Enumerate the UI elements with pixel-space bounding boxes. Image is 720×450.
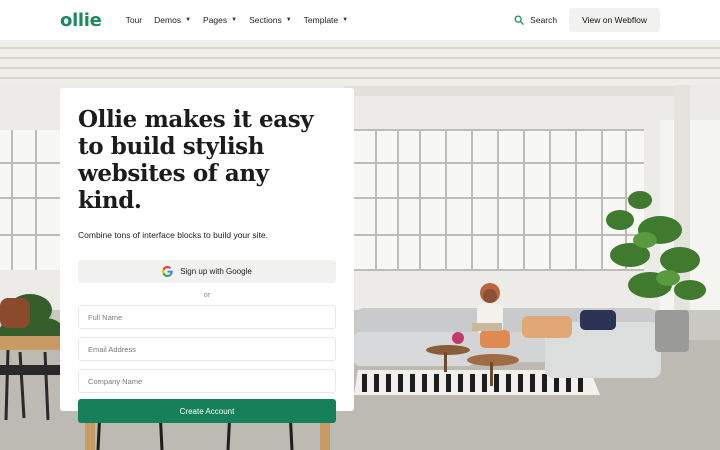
chevron-down-icon: ▼ xyxy=(231,17,238,23)
nav-item-label: Sections xyxy=(249,15,282,25)
google-signup-label: Sign up with Google xyxy=(180,267,252,276)
hero-subtitle: Combine tons of interface blocks to buil… xyxy=(78,230,268,240)
chevron-down-icon: ▼ xyxy=(342,17,349,23)
nav-item-tour[interactable]: Tour xyxy=(126,15,143,25)
google-signup-button[interactable]: Sign up with Google xyxy=(78,260,336,283)
or-divider: or xyxy=(203,290,211,299)
email-field[interactable] xyxy=(78,337,336,361)
signup-card: Ollie makes it easy to build stylish web… xyxy=(60,88,354,423)
nav-item-demos[interactable]: Demos ▼ xyxy=(154,15,191,25)
company-name-field[interactable] xyxy=(78,369,336,393)
chevron-down-icon: ▼ xyxy=(285,17,292,23)
header-actions: Search View on Webflow xyxy=(514,8,660,32)
nav-item-sections[interactable]: Sections ▼ xyxy=(249,15,292,25)
create-account-button[interactable]: Create Account xyxy=(78,399,336,423)
hero-headline: Ollie makes it easy to build stylish web… xyxy=(78,106,314,214)
main-nav: Tour Demos ▼ Pages ▼ Sections ▼ Template ▼ xyxy=(126,15,349,25)
full-name-field[interactable] xyxy=(78,305,336,329)
view-on-webflow-button[interactable]: View on Webflow xyxy=(569,8,660,32)
logo[interactable]: ollie xyxy=(60,10,102,31)
search-label: Search xyxy=(530,15,558,25)
nav-item-template[interactable]: Template ▼ xyxy=(304,15,348,25)
google-icon xyxy=(162,266,173,277)
search-button[interactable]: Search xyxy=(514,15,557,25)
search-icon xyxy=(514,15,524,25)
top-navbar: ollie Tour Demos ▼ Pages ▼ Sections ▼ Templ… xyxy=(0,0,720,40)
nav-item-label: Pages xyxy=(203,15,228,25)
nav-item-pages[interactable]: Pages ▼ xyxy=(203,15,237,25)
nav-item-label: Tour xyxy=(125,15,143,25)
nav-item-label: Template xyxy=(303,15,339,25)
nav-item-label: Demos xyxy=(154,15,182,25)
chevron-down-icon: ▼ xyxy=(185,17,192,23)
